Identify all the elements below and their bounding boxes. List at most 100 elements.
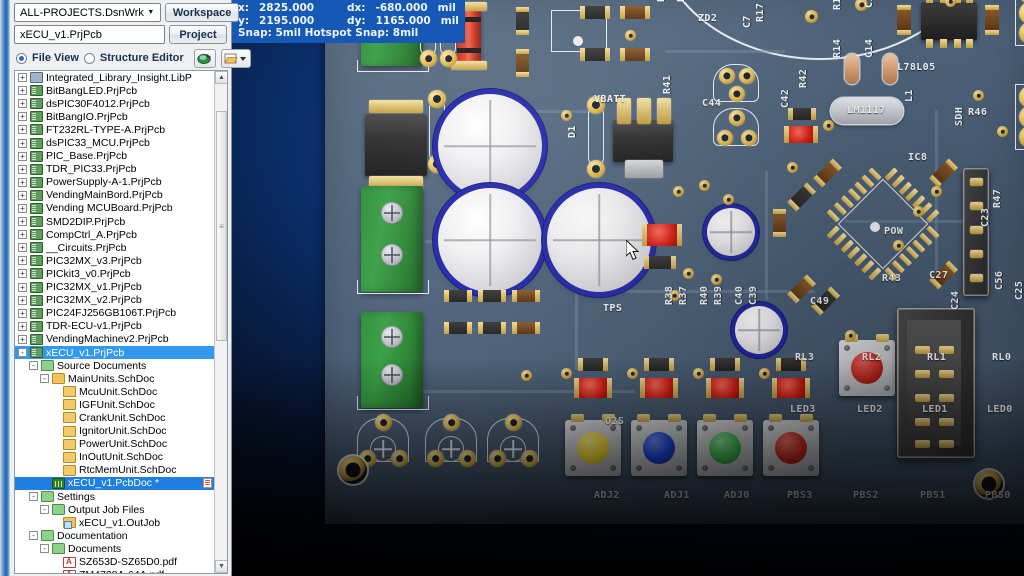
project-button[interactable]: Project — [169, 25, 227, 44]
collapse-icon[interactable]: - — [40, 544, 49, 554]
expand-icon[interactable]: + — [18, 73, 27, 83]
scrollbar-thumb[interactable]: ≡ — [216, 111, 227, 341]
tree-item[interactable]: - Documents — [15, 542, 214, 555]
tree-item-label: Integrated_Library_Insight.LibP — [46, 71, 192, 84]
project-icon — [30, 137, 43, 149]
expand-icon[interactable]: + — [18, 99, 27, 109]
scroll-up-icon[interactable]: ▲ — [215, 71, 227, 84]
schematic-icon — [63, 425, 76, 437]
tree-item[interactable]: +xECU_v1.PcbDoc * — [15, 476, 214, 490]
tree-item[interactable]: + FT232RL-TYPE-A.PrjPcb — [15, 123, 214, 136]
expand-icon[interactable]: + — [18, 177, 27, 187]
pcb-3d-canvas[interactable]: VBATTD1ZD2R41C44R15R16C7R17R42R13C13R14C… — [232, 0, 1024, 576]
tree-item[interactable]: - Source Documents — [15, 359, 214, 372]
expand-icon[interactable]: + — [18, 243, 27, 253]
structure-editor-radio[interactable] — [83, 52, 95, 64]
tree-item[interactable]: + dsPIC30F4012.PrjPcb — [15, 97, 214, 110]
collapse-icon[interactable]: - — [29, 361, 38, 371]
expand-icon[interactable]: + — [18, 86, 27, 96]
tree-item[interactable]: + PIC32MX_v3.PrjPcb — [15, 254, 214, 267]
tree-item[interactable]: + CompCtrl_A.PrjPcb — [15, 228, 214, 241]
workspace-combo[interactable]: ALL-PROJECTS.DsnWrk ▼ — [14, 3, 161, 22]
expand-icon[interactable]: + — [18, 295, 27, 305]
expand-icon[interactable]: + — [18, 269, 27, 279]
tree-item[interactable]: + TDR_PIC33.PrjPcb — [15, 163, 214, 176]
chevron-down-icon[interactable]: ▼ — [144, 4, 158, 21]
tree-item[interactable]: - Settings — [15, 490, 214, 503]
open-document-icon[interactable] — [220, 48, 251, 68]
tree-item[interactable]: - xECU_v1.PrjPcb — [15, 345, 214, 360]
tree-item[interactable]: - Documentation — [15, 529, 214, 542]
pcb-3d-icon[interactable] — [193, 48, 216, 68]
tree-item[interactable]: + PowerSupply-A-1.PrjPcb — [15, 176, 214, 189]
collapse-icon[interactable]: - — [40, 374, 49, 384]
tree-item-label: PowerUnit.SchDoc — [79, 438, 168, 451]
tree-item[interactable]: + BitBangIO.PrjPcb — [15, 110, 214, 123]
tree-item[interactable]: + PIC24FJ256GB106T.PrjPcb — [15, 307, 214, 320]
tree-item-label: PIC32MX_v2.PrjPcb — [46, 294, 142, 307]
tree-item-label: Vending MCUBoard.PrjPcb — [46, 202, 173, 215]
tree-item[interactable]: + Integrated_Library_Insight.LibP — [15, 71, 214, 84]
tree-scrollbar[interactable]: ▲ ≡ ▼ — [214, 71, 227, 573]
project-icon — [30, 202, 43, 214]
tree-item[interactable]: +RtcMemUnit.SchDoc — [15, 464, 214, 477]
tree-item[interactable]: +ZM4728A-64A.pdf — [15, 569, 214, 573]
workspace-button[interactable]: Workspace — [164, 3, 240, 22]
tree-item-label: xECU_v1.PcbDoc * — [68, 477, 160, 490]
tree-item[interactable]: + BitBangLED.PrjPcb — [15, 84, 214, 97]
tree-item[interactable]: + TDR-ECU-v1.PrjPcb — [15, 320, 214, 333]
tree-item[interactable]: + PIC32MX_v1.PrjPcb — [15, 281, 214, 294]
tree-item[interactable]: +McuUnit.SchDoc — [15, 385, 214, 398]
structure-editor-label: Structure Editor — [99, 52, 184, 64]
expand-icon[interactable]: + — [18, 230, 27, 240]
collapse-icon[interactable]: - — [29, 531, 38, 541]
collapse-icon[interactable]: - — [40, 505, 49, 515]
collapse-icon[interactable]: - — [29, 492, 38, 502]
tree-item[interactable]: + SMD2DIP.PrjPcb — [15, 215, 214, 228]
tree-item[interactable]: + PIC32MX_v2.PrjPcb — [15, 294, 214, 307]
tree-item[interactable]: +SZ653D-SZ65D0.pdf — [15, 555, 214, 568]
tree-item[interactable]: +InOutUnit.SchDoc — [15, 451, 214, 464]
tree-item[interactable]: +IGFUnit.SchDoc — [15, 398, 214, 411]
expand-icon[interactable]: + — [18, 256, 27, 266]
expand-icon[interactable]: + — [18, 138, 27, 148]
expand-icon[interactable]: + — [18, 203, 27, 213]
project-tree-list[interactable]: + Integrated_Library_Insight.LibP + BitBang… — [15, 71, 214, 573]
tree-item[interactable]: + VendingMainBord.PrjPcb — [15, 189, 214, 202]
project-combo[interactable]: xECU_v1.PrjPcb — [14, 25, 165, 44]
folder-icon — [52, 504, 65, 516]
tree-item[interactable]: + Vending MCUBoard.PrjPcb — [15, 202, 214, 215]
project-tree[interactable]: + Integrated_Library_Insight.LibP + BitBang… — [14, 70, 228, 574]
expand-icon[interactable]: + — [18, 334, 27, 344]
file-view-radio[interactable] — [16, 52, 27, 64]
expand-icon[interactable]: + — [18, 282, 27, 292]
project-icon — [30, 124, 43, 136]
snap-settings-text: Snap: 5mil Hotspot Snap: 8mil — [238, 27, 419, 40]
expand-icon[interactable]: + — [18, 217, 27, 227]
tree-item[interactable]: - MainUnits.SchDoc — [15, 372, 214, 385]
tree-item[interactable]: - Output Job Files — [15, 503, 214, 516]
tree-item[interactable]: +xECU_v1.OutJob — [15, 516, 214, 530]
expand-icon[interactable]: + — [18, 125, 27, 135]
tree-item[interactable]: +PowerUnit.SchDoc — [15, 438, 214, 451]
expand-icon[interactable]: + — [18, 151, 27, 161]
tree-item[interactable]: + __Circuits.PrjPcb — [15, 241, 214, 254]
expand-icon[interactable]: + — [18, 164, 27, 174]
tree-item[interactable]: + dsPIC33_MCU.PrjPcb — [15, 136, 214, 149]
expand-icon[interactable]: + — [18, 321, 27, 331]
tree-item[interactable]: +CrankUnit.SchDoc — [15, 411, 214, 424]
tree-item-label: Documents — [68, 542, 122, 555]
tree-item[interactable]: + VendingMachinev2.PrjPcb — [15, 333, 214, 346]
expand-icon[interactable]: + — [18, 308, 27, 318]
expand-icon[interactable]: + — [18, 190, 27, 200]
folder-icon — [41, 530, 54, 542]
coordinate-readout: x: 2825.000 dx: -680.000 mil y: 2195.000… — [232, 0, 465, 43]
view-mode-row: File View Structure Editor — [14, 47, 251, 69]
collapse-icon[interactable]: - — [18, 348, 27, 358]
expand-icon[interactable]: + — [18, 112, 27, 122]
tree-item[interactable]: +IgnitorUnit.SchDoc — [15, 425, 214, 438]
scroll-down-icon[interactable]: ▼ — [215, 560, 227, 573]
tree-item[interactable]: + PICkit3_v0.PrjPcb — [15, 267, 214, 280]
tree-item[interactable]: + PIC_Base.PrjPcb — [15, 150, 214, 163]
folder-icon — [41, 360, 54, 372]
